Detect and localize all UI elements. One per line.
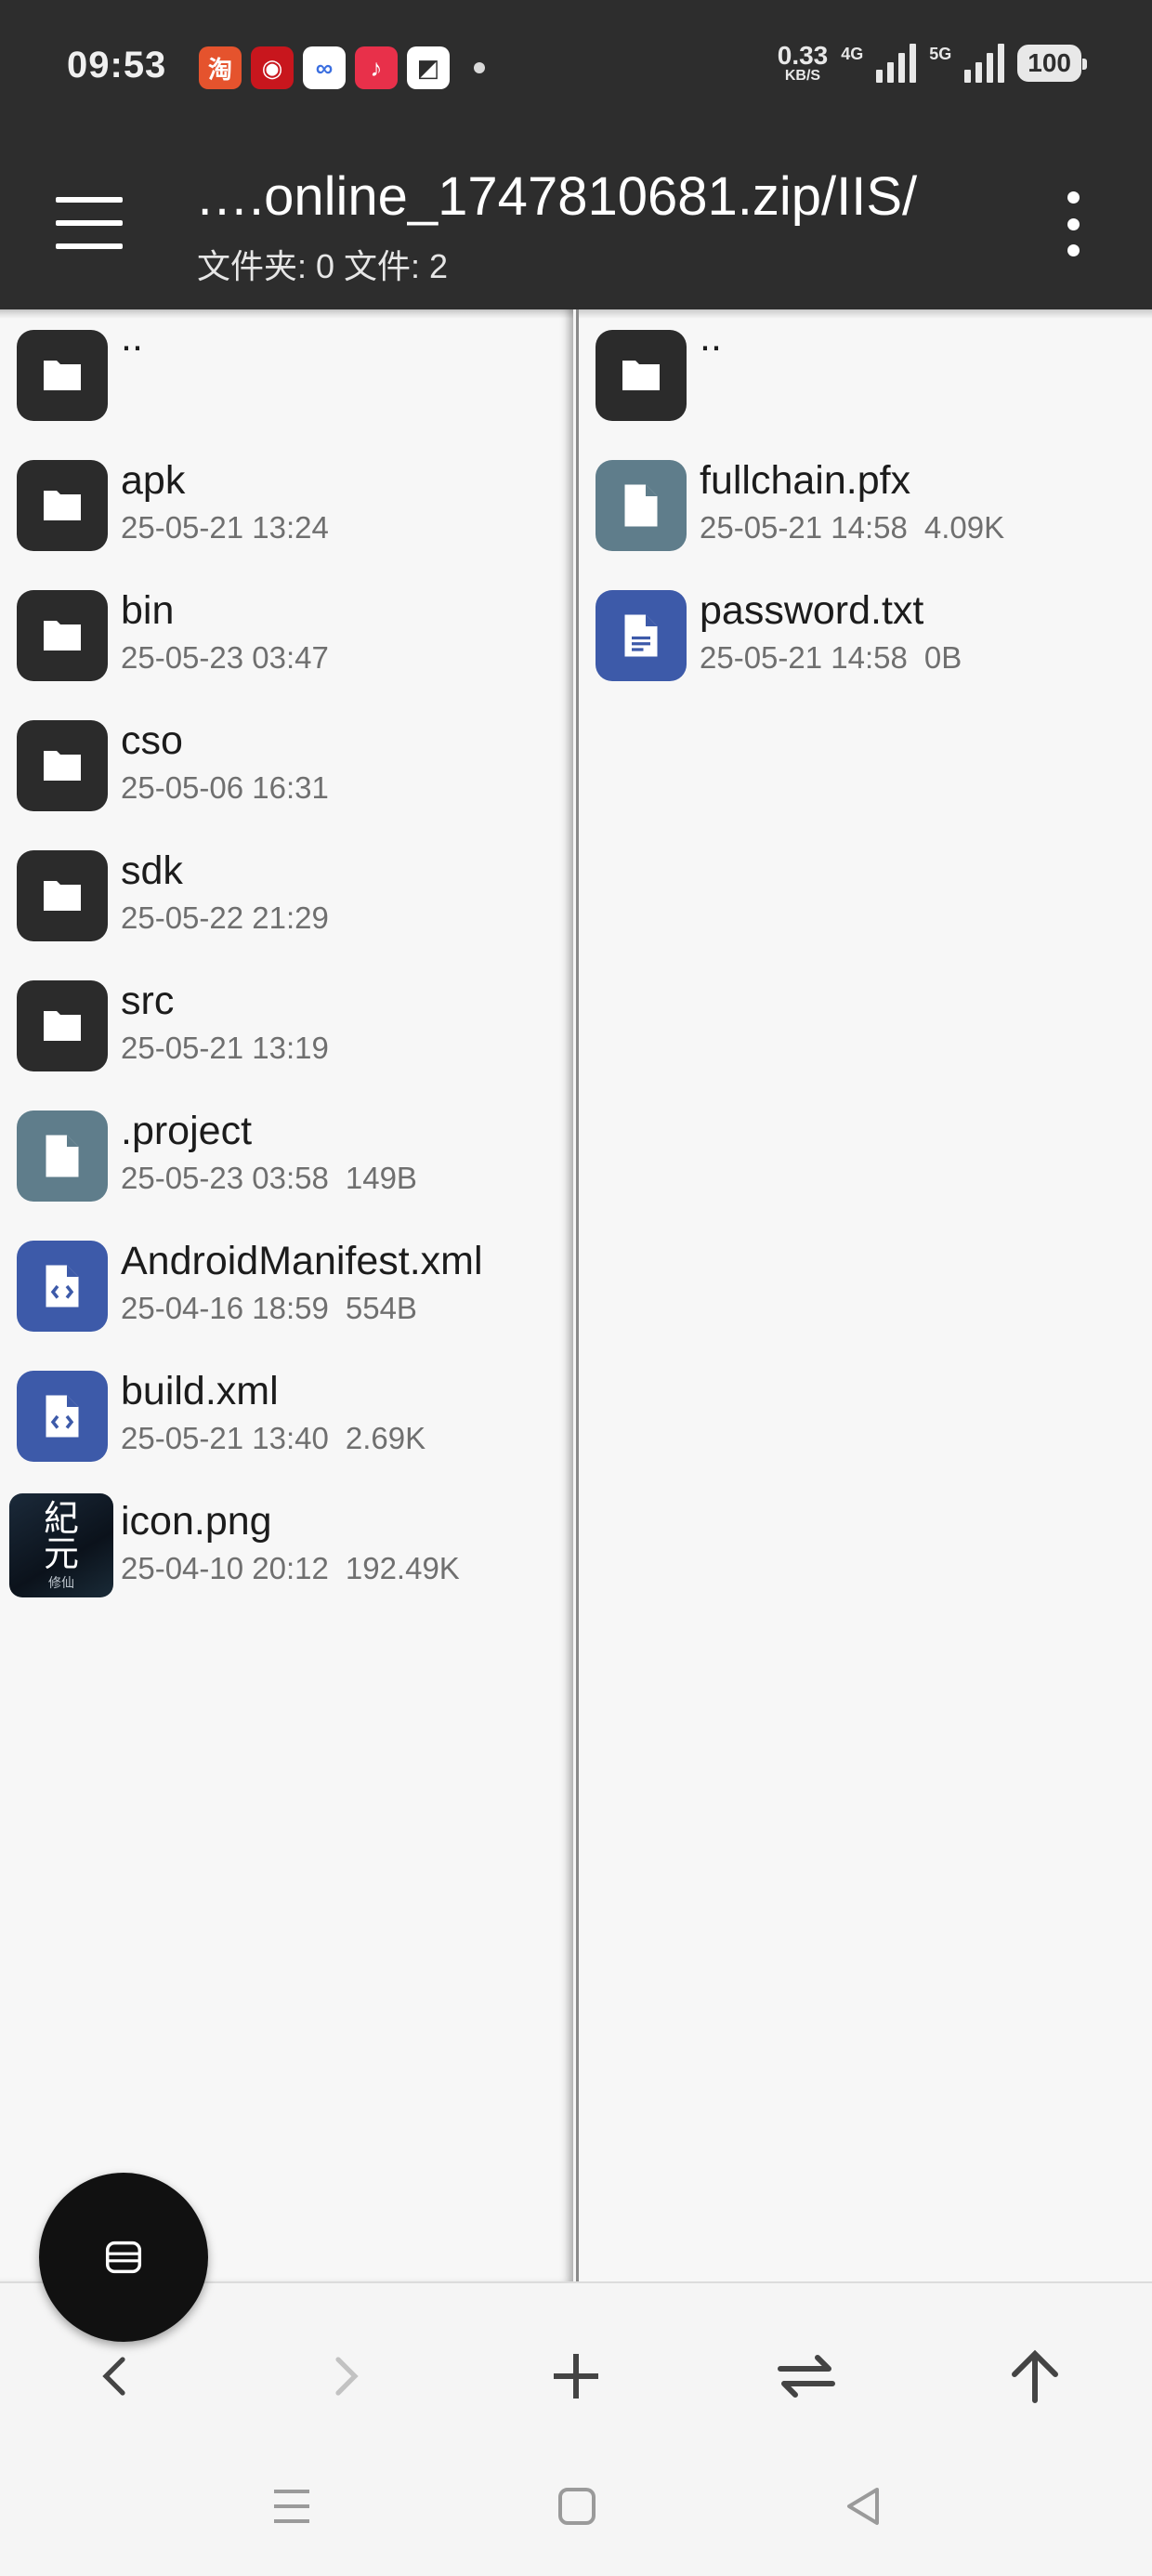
sim2-signal-icon xyxy=(964,44,1005,83)
left-file-pane[interactable]: .. apk 25-05-21 13:24 bin 25-05-23 03:47… xyxy=(0,309,573,2281)
file-meta: 25-05-22 21:29 xyxy=(121,900,329,935)
status-time: 09:53 xyxy=(67,45,167,85)
file-name: password.txt xyxy=(700,588,924,633)
file-name: .. xyxy=(121,315,143,360)
file-name: .project xyxy=(121,1109,253,1153)
add-icon[interactable] xyxy=(539,2339,613,2413)
folder-icon xyxy=(17,980,108,1071)
file-name: build.xml xyxy=(121,1369,279,1413)
file-name: AndroidManifest.xml xyxy=(121,1239,483,1283)
list-item[interactable]: password.txt 25-05-21 14:58 0B xyxy=(579,570,1152,700)
sim2-network-type: 5G xyxy=(929,45,952,63)
file-meta: 25-05-21 13:24 xyxy=(121,510,329,545)
file-meta: 25-05-23 03:58 149B xyxy=(121,1161,417,1195)
list-item[interactable]: fullchain.pfx 25-05-21 14:58 4.09K xyxy=(579,440,1152,570)
sim1-signal-icon xyxy=(876,44,917,83)
image-thumbnail: 紀 元 修仙 xyxy=(9,1493,113,1597)
app-header: 09:53 淘 ◉ ∞ ♪ ◩ 0.33 KB/S 4G 5G 100 ….on… xyxy=(0,0,1152,309)
code-file-icon xyxy=(17,1371,108,1462)
file-meta: 25-05-23 03:47 xyxy=(121,640,329,675)
home-icon[interactable] xyxy=(549,2478,605,2534)
battery-level: 100 xyxy=(1028,48,1071,77)
list-item[interactable]: bin 25-05-23 03:47 xyxy=(0,570,573,700)
file-meta: 25-05-21 14:58 0B xyxy=(700,640,962,675)
more-options-icon[interactable] xyxy=(1059,191,1087,256)
up-directory-icon[interactable] xyxy=(998,2339,1072,2413)
list-item[interactable]: apk 25-05-21 13:24 xyxy=(0,440,573,570)
list-item[interactable]: sdk 25-05-22 21:29 xyxy=(0,830,573,960)
file-name: bin xyxy=(121,588,175,633)
taobao-icon: 淘 xyxy=(199,46,242,89)
music-icon: ♪ xyxy=(355,46,398,89)
file-meta: 25-04-16 18:59 554B xyxy=(121,1291,417,1325)
list-item[interactable]: 紀 元 修仙 icon.png 25-04-10 20:12 192.49K xyxy=(0,1480,573,1610)
notification-icons: 淘 ◉ ∞ ♪ ◩ xyxy=(199,46,485,89)
file-name: cso xyxy=(121,718,183,763)
recent-apps-icon[interactable] xyxy=(264,2478,320,2534)
list-item[interactable]: src 25-05-21 13:19 xyxy=(0,960,573,1090)
folder-icon xyxy=(17,330,108,421)
toolbar: ….online_1747810681.zip/IIS/ 文件夹: 0 文件: … xyxy=(0,139,1152,309)
window-toggle-icon xyxy=(105,2241,142,2274)
list-item-parent[interactable]: .. xyxy=(0,309,573,440)
network-speed: 0.33 KB/S xyxy=(777,41,829,84)
file-name: fullchain.pfx xyxy=(700,458,911,503)
file-meta: 25-05-21 13:40 2.69K xyxy=(121,1421,426,1455)
menu-icon[interactable] xyxy=(56,197,123,249)
list-item[interactable]: AndroidManifest.xml 25-04-16 18:59 554B xyxy=(0,1220,573,1350)
file-name: .. xyxy=(700,315,722,360)
folder-icon xyxy=(17,590,108,681)
file-name: sdk xyxy=(121,848,183,893)
back-icon[interactable] xyxy=(78,2339,152,2413)
more-notifications-dot-icon xyxy=(474,62,485,73)
file-meta: 25-05-21 14:58 4.09K xyxy=(700,510,1005,545)
swap-panes-icon[interactable] xyxy=(769,2339,844,2413)
battery-icon: 100 xyxy=(1017,45,1087,82)
file-icon xyxy=(596,460,687,551)
list-item[interactable]: cso 25-05-06 16:31 xyxy=(0,700,573,830)
file-meta: 25-04-10 20:12 192.49K xyxy=(121,1551,460,1585)
file-name: apk xyxy=(121,458,186,503)
folder-icon xyxy=(596,330,687,421)
file-name: icon.png xyxy=(121,1499,272,1544)
file-name: src xyxy=(121,979,175,1023)
folder-icon xyxy=(17,850,108,941)
folder-icon xyxy=(17,460,108,551)
file-icon xyxy=(17,1111,108,1202)
forward-icon[interactable] xyxy=(308,2339,383,2413)
status-bar: 09:53 淘 ◉ ∞ ♪ ◩ 0.33 KB/S 4G 5G 100 xyxy=(0,0,1152,139)
file-meta: 25-05-06 16:31 xyxy=(121,770,329,805)
folder-icon xyxy=(17,720,108,811)
list-item-parent[interactable]: .. xyxy=(579,309,1152,440)
status-indicators: 0.33 KB/S 4G 5G 100 xyxy=(777,41,1087,84)
file-meta: 25-05-21 13:19 xyxy=(121,1031,329,1065)
folder-file-count: 文件夹: 0 文件: 2 xyxy=(197,247,449,285)
list-item[interactable]: build.xml 25-05-21 13:40 2.69K xyxy=(0,1350,573,1480)
floating-window-button[interactable] xyxy=(39,2173,208,2342)
bank-icon: ◉ xyxy=(251,46,294,89)
sim1-network-type: 4G xyxy=(841,45,864,63)
system-navigation-bar xyxy=(0,2439,1152,2576)
right-file-pane[interactable]: .. fullchain.pfx 25-05-21 14:58 4.09K pas… xyxy=(576,309,1152,2281)
path-title: ….online_1747810681.zip/IIS/ xyxy=(195,166,918,227)
cloud-icon: ∞ xyxy=(303,46,346,89)
list-item[interactable]: .project 25-05-23 03:58 149B xyxy=(0,1090,573,1220)
code-file-icon xyxy=(17,1241,108,1332)
tool-icon: ◩ xyxy=(407,46,450,89)
system-back-icon[interactable] xyxy=(834,2478,890,2534)
text-file-icon xyxy=(596,590,687,681)
